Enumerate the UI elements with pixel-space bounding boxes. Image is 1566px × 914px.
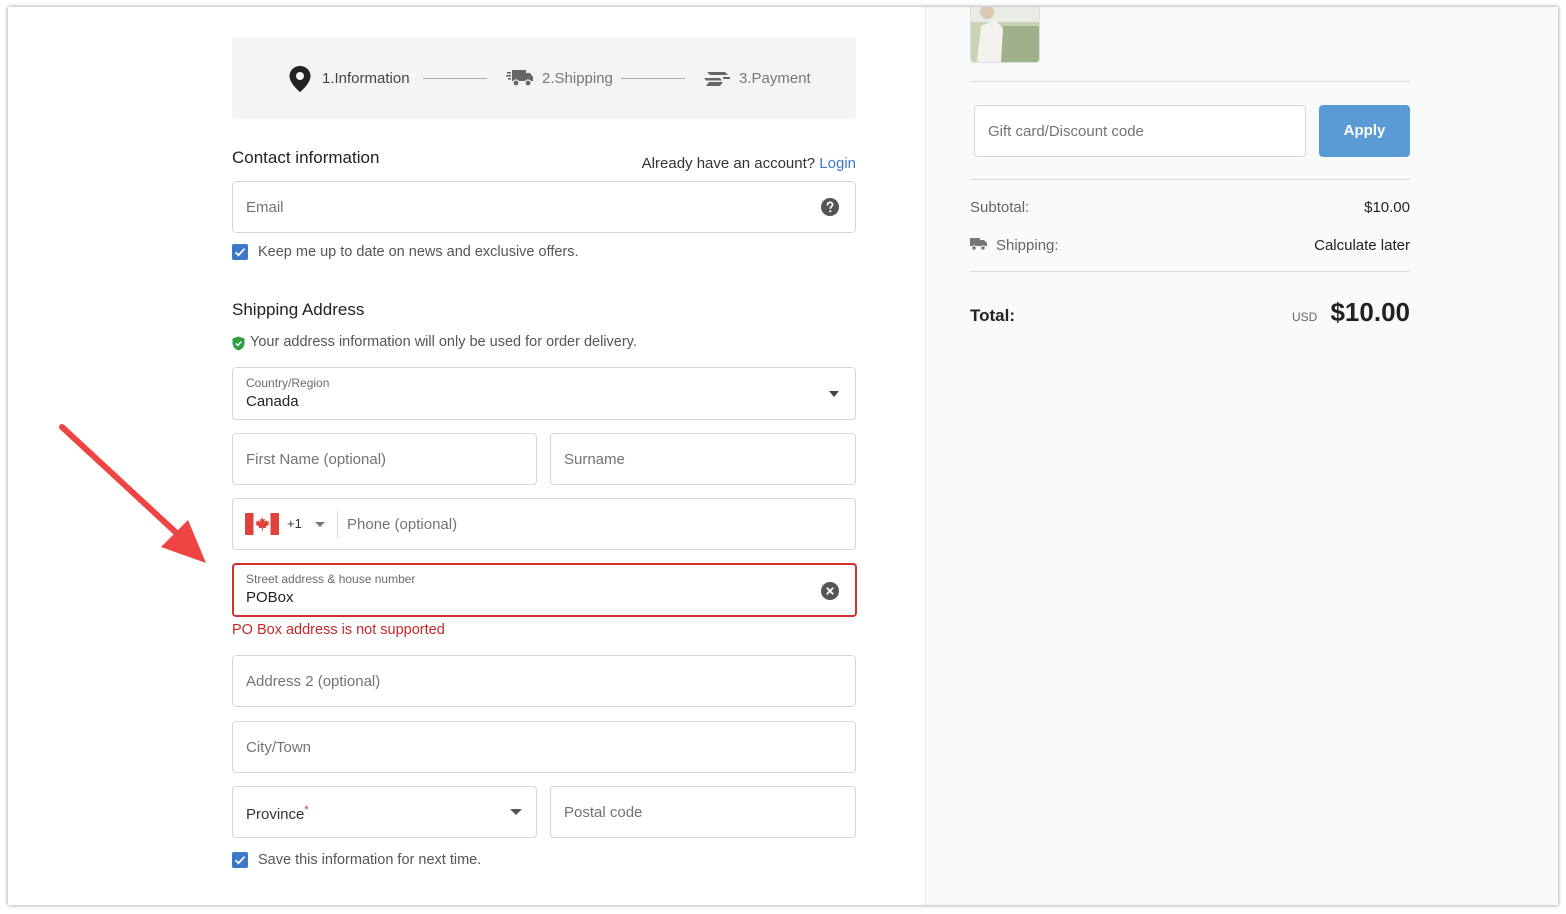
account-prompt: Already have an account? Login	[642, 155, 856, 172]
account-prompt-text: Already have an account?	[641, 155, 816, 172]
newsletter-label: Keep me up to date on news and exclusive…	[258, 244, 579, 260]
checkout-steps: 1.Information 2.Shipping 3.Payment	[232, 37, 856, 119]
step-divider	[621, 78, 685, 79]
postal-code-placeholder: Postal code	[564, 804, 643, 821]
step-information[interactable]: 1.Information	[322, 70, 410, 87]
city-field[interactable]: City/Town	[232, 721, 856, 773]
shipping-label: Shipping:	[996, 237, 1059, 254]
address2-field[interactable]: Address 2 (optional)	[232, 655, 856, 707]
subtotal-label: Subtotal:	[970, 199, 1030, 216]
subtotal-value: $10.00	[1364, 199, 1410, 216]
surname-field[interactable]: Surname	[550, 433, 856, 485]
shield-check-icon	[232, 336, 245, 351]
login-link[interactable]: Login	[819, 155, 856, 172]
product-price-clip	[1348, 7, 1418, 13]
city-placeholder: City/Town	[246, 739, 312, 756]
phone-divider	[337, 511, 338, 539]
street-address-error: PO Box address is not supported	[232, 622, 445, 638]
country-value: Canada	[246, 393, 299, 410]
newsletter-checkbox[interactable]	[232, 244, 248, 260]
checkout-page: 1.Information 2.Shipping 3.Payment Conta…	[8, 7, 1558, 905]
discount-code-field[interactable]: Gift card/Discount code	[974, 105, 1306, 157]
chevron-down-icon	[315, 522, 325, 527]
phone-placeholder: Phone (optional)	[347, 516, 458, 533]
street-address-value: POBox	[246, 589, 294, 606]
total-label: Total:	[970, 306, 1016, 325]
country-label: Country/Region	[246, 376, 330, 390]
phone-country-selector[interactable]: +1	[245, 513, 330, 537]
clear-circle-icon[interactable]	[821, 582, 839, 600]
total-currency: USD	[1292, 310, 1318, 324]
save-info-label: Save this information for next time.	[258, 852, 482, 868]
product-image	[971, 7, 1039, 62]
first-name-placeholder: First Name (optional)	[246, 451, 387, 468]
discount-placeholder: Gift card/Discount code	[988, 123, 1144, 140]
apply-button[interactable]: Apply	[1319, 105, 1410, 157]
delivery-truck-icon	[506, 70, 533, 87]
divider	[970, 179, 1410, 180]
province-label: Province*	[246, 804, 309, 823]
street-address-field[interactable]: Street address & house number POBox	[232, 563, 857, 617]
surname-placeholder: Surname	[564, 451, 625, 468]
truck-small-icon	[970, 238, 987, 251]
province-select[interactable]: Province*	[232, 786, 537, 838]
required-mark: *	[304, 804, 309, 816]
checkmark-icon	[234, 248, 246, 257]
privacy-note: Your address information will only be us…	[250, 334, 637, 350]
email-placeholder: Email	[246, 199, 284, 216]
phone-field[interactable]: +1 Phone (optional)	[232, 498, 856, 550]
save-info-checkbox[interactable]	[232, 852, 248, 868]
checkmark-icon	[234, 856, 246, 865]
annotation-arrow	[59, 424, 206, 563]
chevron-down-icon	[510, 809, 522, 815]
postal-code-field[interactable]: Postal code	[550, 786, 856, 838]
location-pin-icon	[289, 66, 311, 92]
shipping-value: Calculate later	[1314, 237, 1410, 254]
divider	[970, 271, 1410, 272]
province-label-text: Province	[246, 806, 305, 823]
step-payment[interactable]: 3.Payment	[739, 70, 811, 87]
help-circle-icon[interactable]	[821, 198, 839, 216]
email-field[interactable]: Email	[232, 181, 856, 233]
country-select[interactable]: Country/Region Canada	[232, 367, 856, 420]
phone-code: +1	[287, 516, 302, 531]
step-shipping[interactable]: 2.Shipping	[542, 70, 613, 87]
step-divider	[423, 78, 487, 79]
canada-flag-icon	[245, 513, 279, 535]
first-name-field[interactable]: First Name (optional)	[232, 433, 537, 485]
address2-placeholder: Address 2 (optional)	[246, 673, 381, 690]
divider	[970, 81, 1410, 82]
street-address-label: Street address & house number	[246, 572, 416, 586]
contact-information-title: Contact information	[232, 148, 380, 167]
payment-hand-icon	[704, 72, 730, 86]
total-value: $10.00	[1330, 297, 1410, 327]
product-thumbnail	[970, 7, 1040, 63]
chevron-down-icon	[829, 391, 839, 397]
shipping-address-title: Shipping Address	[232, 300, 365, 319]
